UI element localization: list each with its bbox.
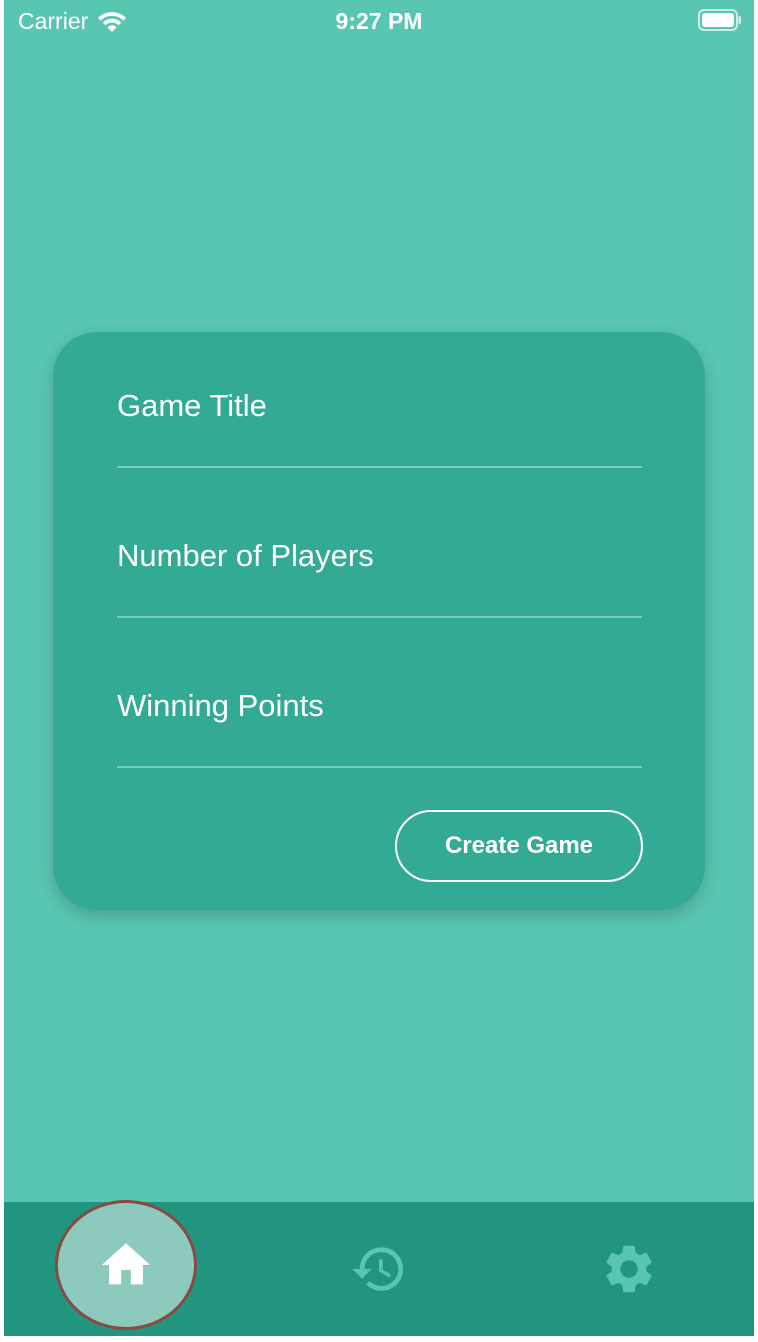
winning-points-field[interactable]: Winning Points xyxy=(117,656,642,768)
home-icon xyxy=(101,1243,151,1285)
tab-settings[interactable] xyxy=(559,1202,699,1336)
create-game-button[interactable]: Create Game xyxy=(395,810,643,882)
number-of-players-field[interactable]: Number of Players xyxy=(117,506,642,618)
tab-home[interactable] xyxy=(55,1200,197,1330)
status-bar: Carrier 9:27 PM xyxy=(4,0,754,42)
history-icon xyxy=(352,1247,404,1291)
game-title-field[interactable]: Game Title xyxy=(117,356,642,468)
game-title-placeholder: Game Title xyxy=(117,388,267,423)
screen: Carrier 9:27 PM Game Title Number of Pla… xyxy=(4,0,754,1336)
status-time: 9:27 PM xyxy=(335,8,423,34)
battery-icon xyxy=(698,9,741,31)
winning-points-placeholder: Winning Points xyxy=(117,688,324,723)
tab-history[interactable] xyxy=(309,1202,449,1336)
number-of-players-placeholder: Number of Players xyxy=(117,538,374,573)
create-game-card: Game Title Number of Players Winning Poi… xyxy=(53,332,705,910)
gear-icon xyxy=(606,1245,652,1293)
